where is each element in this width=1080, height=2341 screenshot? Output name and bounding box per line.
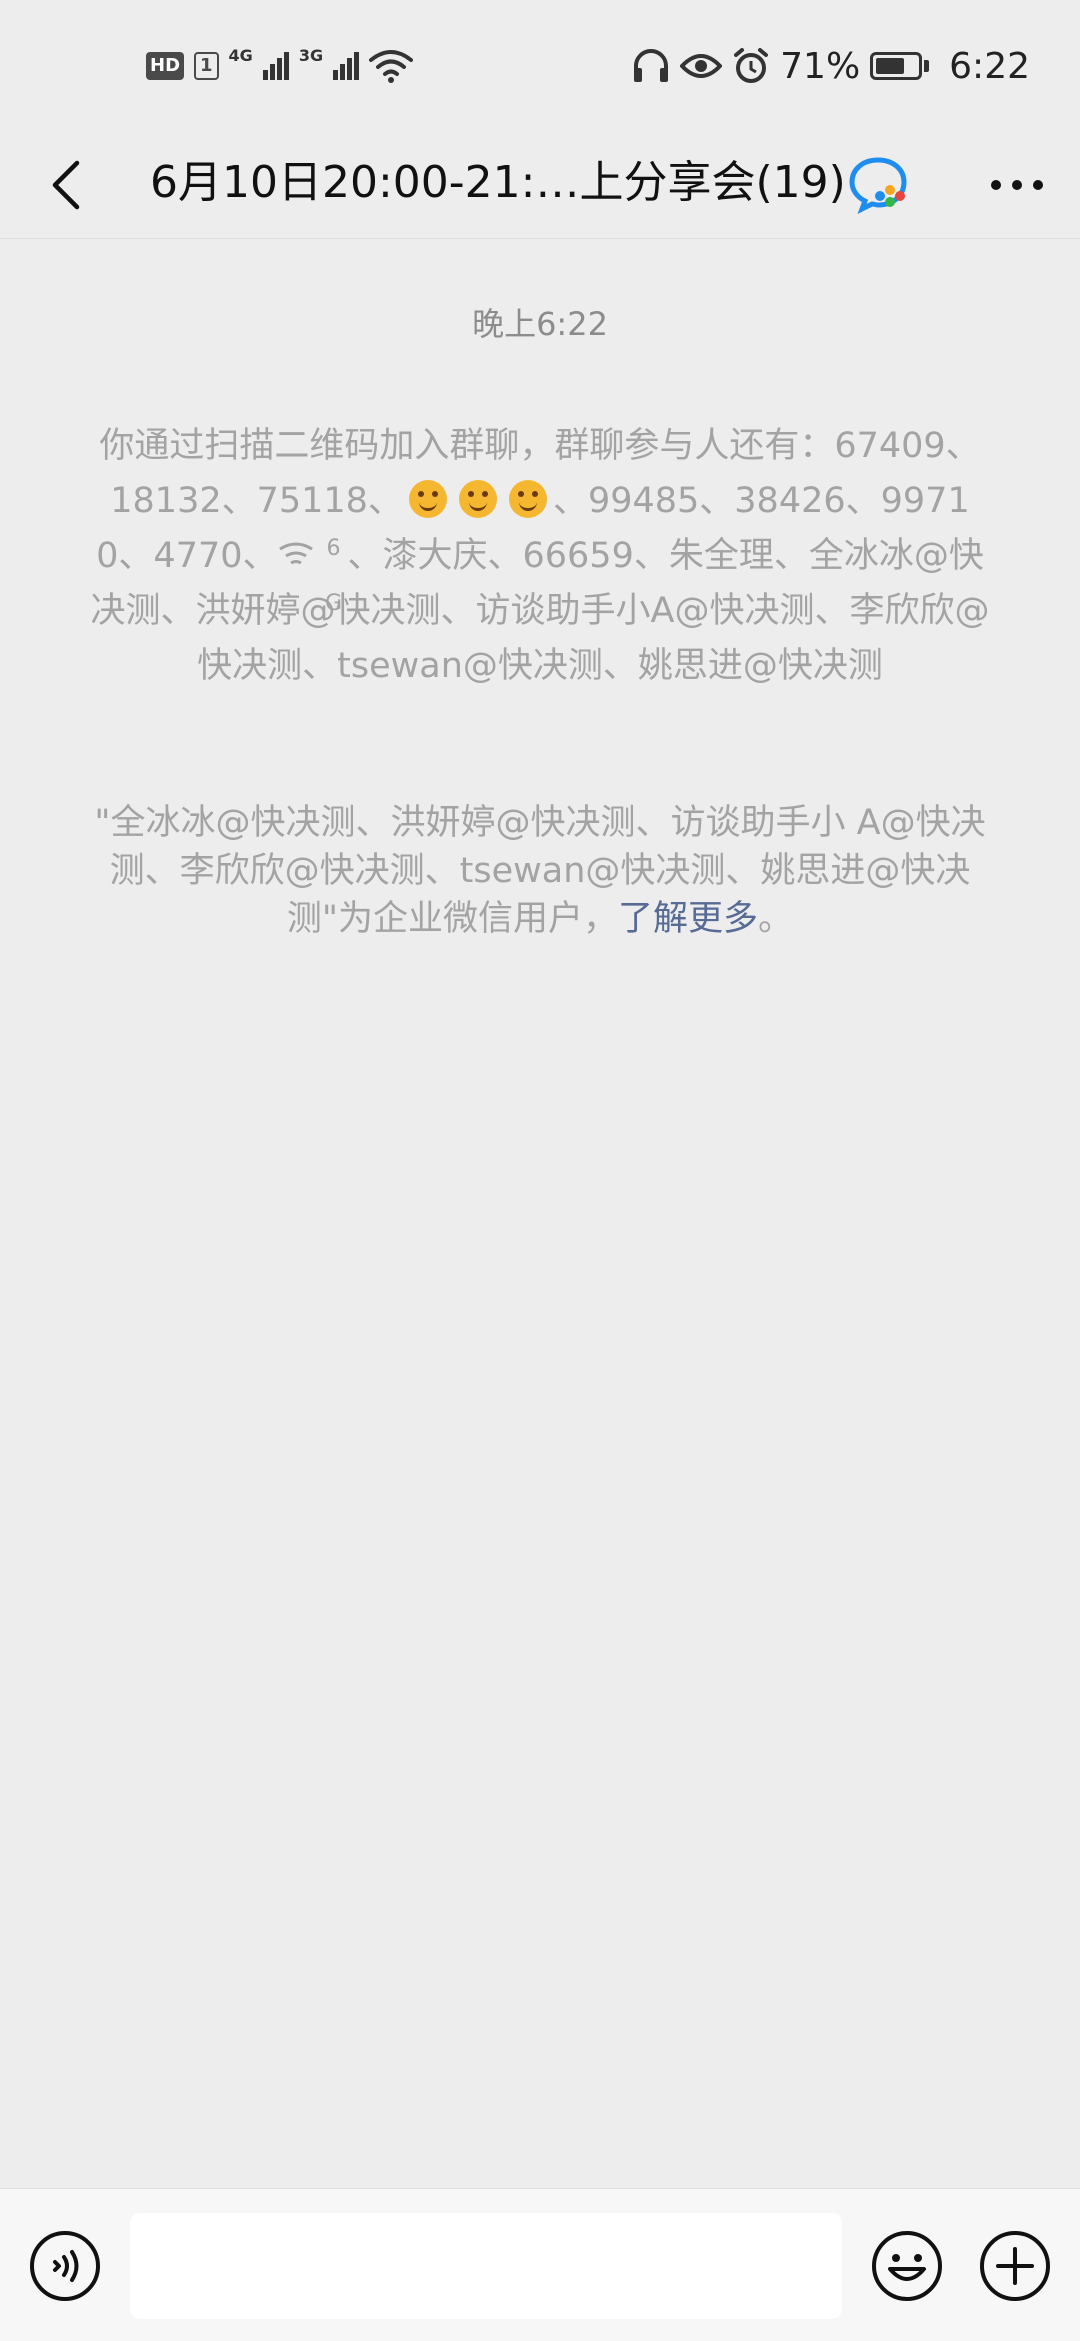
- message-input[interactable]: [130, 2213, 842, 2319]
- chat-area[interactable]: 晚上6:22 你通过扫描二维码加入群聊，群聊参与人还有：67409、18132、…: [0, 239, 1080, 2187]
- signal-icon-2: [333, 52, 360, 80]
- status-bar-right: 71% 6:22: [632, 40, 1030, 92]
- status-bar-left: HD 1 4G 3G: [146, 44, 414, 88]
- sim-badge: 1: [194, 52, 219, 80]
- chat-header: 6月10日20:00-21:…上分享会(19): [0, 130, 1080, 239]
- wifi-6g-label: 6G: [324, 536, 343, 616]
- emoji-icon[interactable]: [870, 2229, 944, 2303]
- smile-emoji-icon: [508, 480, 547, 518]
- battery-percent: 71%: [780, 45, 861, 87]
- battery-tip: [924, 60, 930, 72]
- chevron-left-icon: [52, 160, 80, 210]
- learn-more-link[interactable]: 了解更多: [618, 899, 758, 939]
- battery-icon: [870, 52, 923, 80]
- more-button[interactable]: [982, 150, 1052, 220]
- corp-msg-suffix: 。: [758, 899, 794, 939]
- status-bar: HD 1 4G 3G 71% 6:22: [0, 0, 1080, 130]
- join-system-message: 你通过扫描二维码加入群聊，群聊参与人还有：67409、18132、75118、、…: [90, 419, 990, 694]
- voice-icon[interactable]: [28, 2229, 102, 2303]
- corp-user-system-message: "全冰冰@快决测、洪妍婷@快决测、访谈助手小 A@快决测、李欣欣@快决测、tse…: [80, 799, 1000, 943]
- network-type-1: 4G: [228, 46, 253, 65]
- signal-icon-1: [262, 52, 289, 80]
- alarm-icon: [734, 48, 769, 83]
- plus-icon[interactable]: [978, 2229, 1052, 2303]
- hd-badge: HD: [146, 52, 185, 80]
- smile-emoji-icon: [408, 480, 447, 518]
- more-dots-icon: [991, 180, 1043, 190]
- clock-time: 6:22: [949, 45, 1030, 87]
- wifi-icon: [369, 50, 414, 83]
- smile-emoji-icon: [458, 480, 497, 518]
- wifi-6g-icon: 6G: [278, 535, 348, 616]
- wecom-group-icon: [849, 157, 907, 214]
- headphones-icon: [634, 49, 669, 82]
- eye-icon: [680, 54, 723, 78]
- back-button[interactable]: [30, 150, 100, 220]
- message-timestamp: 晚上6:22: [472, 305, 608, 343]
- network-type-2: 3G: [298, 46, 324, 65]
- chat-title[interactable]: 6月10日20:00-21:…上分享会(19): [150, 148, 846, 218]
- input-bar: [0, 2188, 1080, 2341]
- corp-msg-text: "全冰冰@快决测、洪妍婷@快决测、访谈助手小 A@快决测、李欣欣@快决测、tse…: [94, 803, 986, 939]
